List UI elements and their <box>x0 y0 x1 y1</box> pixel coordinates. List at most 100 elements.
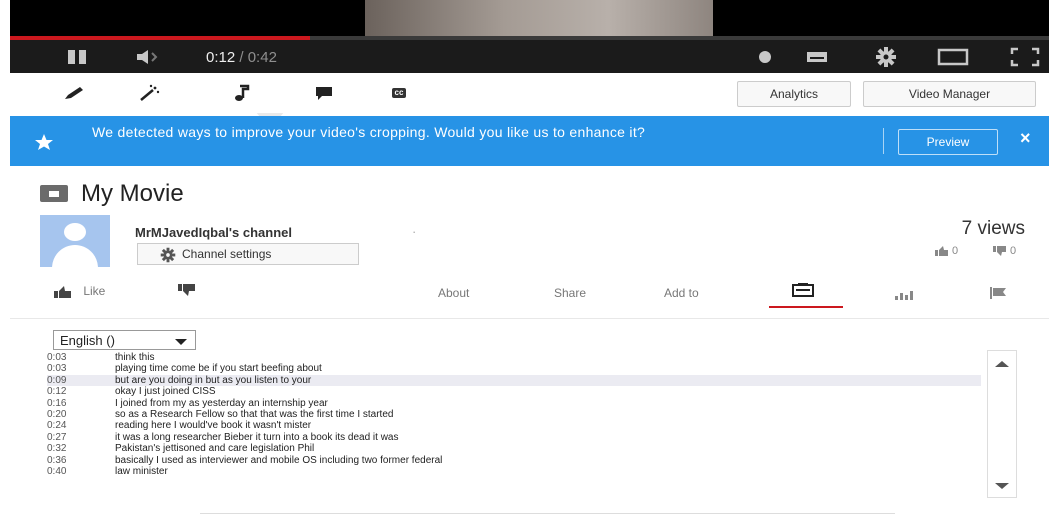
transcript-timestamp: 0:24 <box>47 420 67 432</box>
thumbs-up-icon <box>935 246 948 256</box>
transcript-text: playing time come be if you start beefin… <box>115 363 322 375</box>
subtitles-cc-icon[interactable]: cc <box>388 83 410 103</box>
tab-report[interactable] <box>990 287 1008 302</box>
banner-message: We detected ways to improve your video's… <box>92 124 646 140</box>
transcript-text: it was a long researcher Bieber it turn … <box>115 431 399 443</box>
video-manager-button[interactable]: Video Manager <box>863 81 1036 107</box>
transcript-row[interactable]: 0:40 law minister <box>47 466 981 477</box>
preview-button[interactable]: Preview <box>898 129 998 155</box>
youtube-video-page: 0:12 / 0:42 cc Analytics Video Manager W… <box>0 0 1049 521</box>
total-duration: 0:42 <box>247 49 277 66</box>
like-thumb-icon <box>54 285 71 298</box>
transcript-row[interactable]: 0:24 reading here I would've book it wasn… <box>47 420 981 431</box>
language-value: English () <box>60 333 115 348</box>
channel-separator: · <box>412 224 417 239</box>
transcript-row[interactable]: 0:03 think this <box>47 352 981 363</box>
effects-wand-icon[interactable] <box>138 83 162 103</box>
analytics-button[interactable]: Analytics <box>737 81 851 107</box>
transcript-text: reading here I would've book it wasn't m… <box>115 420 312 432</box>
transcript-text: think this <box>115 352 155 363</box>
transcript-row[interactable]: 0:27 it was a long researcher Bieber it t… <box>47 432 981 443</box>
dislike-button[interactable] <box>178 284 196 299</box>
flag-icon <box>990 287 1006 299</box>
video-frame <box>365 0 713 38</box>
channel-settings-button[interactable]: Channel settings <box>137 243 359 265</box>
transcript-timestamp: 0:12 <box>47 386 67 398</box>
scroll-down-icon[interactable] <box>995 483 1009 489</box>
transcript-scrollbar[interactable] <box>987 350 1017 498</box>
thumbs-down-icon <box>993 246 1006 256</box>
channel-avatar[interactable] <box>40 215 110 267</box>
dislike-count-value: 0 <box>1010 245 1017 257</box>
transcript-row[interactable]: 0:09 but are you doing in but as you list… <box>47 374 981 387</box>
transcript-row[interactable]: 0:36 basically I used as interviewer and … <box>47 455 981 466</box>
tab-add-to[interactable]: Add to <box>664 286 699 300</box>
transcript-row[interactable]: 0:32 Pakistan's jettisoned and care legis… <box>47 443 981 454</box>
stats-bars-icon <box>895 291 913 300</box>
transcript-text: basically I used as interviewer and mobi… <box>115 454 443 466</box>
transcript-row[interactable]: 0:03 playing time come be if you start be… <box>47 363 981 374</box>
theater-mode-icon[interactable] <box>934 40 972 73</box>
scroll-up-icon[interactable] <box>995 361 1009 367</box>
dislike-count: 0 <box>993 245 1016 257</box>
editor-toolbar: cc Analytics Video Manager <box>10 73 1049 113</box>
banner-divider <box>883 128 884 154</box>
settings-gear-icon[interactable] <box>872 40 900 73</box>
audio-note-icon[interactable] <box>230 83 254 103</box>
transcript-row[interactable]: 0:20 so as a Research Fellow so that that… <box>47 409 981 420</box>
transcript-timestamp: 0:16 <box>47 397 67 409</box>
transcript-icon <box>792 283 814 297</box>
dislike-thumb-icon <box>178 284 195 296</box>
pause-icon[interactable] <box>62 40 92 73</box>
like-label: Like <box>83 284 106 298</box>
star-icon <box>35 134 53 150</box>
tab-transcript[interactable] <box>792 283 814 300</box>
avatar-body <box>52 245 98 267</box>
transcript-timestamp: 0:03 <box>47 363 67 375</box>
transcript-timestamp: 0:32 <box>47 443 67 455</box>
transcript-language-select[interactable]: English () <box>53 330 196 350</box>
transcript-list: 0:03 think this 0:03 playing time come be i… <box>47 352 981 477</box>
gear-icon <box>160 247 176 263</box>
like-count: 0 <box>935 245 958 257</box>
transcript-row[interactable]: 0:12 okay I just joined CISS <box>47 386 981 397</box>
transcript-text: so as a Research Fellow so that that was… <box>115 408 394 420</box>
fullscreen-icon[interactable] <box>1008 40 1042 73</box>
time-separator: / <box>235 49 248 66</box>
like-button[interactable]: Like <box>54 284 105 298</box>
transcript-text: okay I just joined CISS <box>115 386 216 398</box>
channel-name-link[interactable]: MrMJavedIqbal's channel <box>135 225 292 240</box>
privacy-lock-icon <box>40 185 68 202</box>
active-tab-indicator <box>769 306 843 308</box>
transcript-text: law minister <box>115 465 168 477</box>
tab-about[interactable]: About <box>438 286 469 300</box>
transcript-timestamp: 0:09 <box>47 374 67 386</box>
watch-later-icon[interactable] <box>754 40 776 73</box>
close-icon[interactable]: × <box>1020 128 1031 149</box>
transcript-row[interactable]: 0:16 I joined from my as yesterday an int… <box>47 398 981 409</box>
transcript-text: Pakistan's jettisoned and care legislati… <box>115 443 315 455</box>
avatar-head <box>64 223 86 241</box>
enhance-suggestion-banner: We detected ways to improve your video's… <box>10 116 1049 166</box>
transcript-text: but are you doing in but as you listen t… <box>115 374 312 386</box>
annotations-icon[interactable] <box>312 83 336 103</box>
transcript-timestamp: 0:36 <box>47 454 67 466</box>
tab-statistics[interactable] <box>895 289 913 303</box>
bottom-divider <box>200 513 895 514</box>
enhancements-pencil-icon[interactable] <box>62 83 86 103</box>
tab-share[interactable]: Share <box>554 286 586 300</box>
like-count-value: 0 <box>952 245 959 257</box>
channel-settings-label: Channel settings <box>182 247 272 261</box>
time-display: 0:12 / 0:42 <box>206 49 277 66</box>
transcript-timestamp: 0:03 <box>47 352 67 363</box>
current-time: 0:12 <box>206 49 236 66</box>
section-divider <box>10 318 1049 319</box>
volume-icon[interactable] <box>134 40 166 73</box>
cc-label: cc <box>391 88 407 98</box>
subtitles-icon[interactable] <box>804 40 830 73</box>
transcript-timestamp: 0:27 <box>47 431 67 443</box>
video-player[interactable] <box>10 0 1049 40</box>
transcript-timestamp: 0:40 <box>47 465 67 477</box>
chevron-down-icon <box>175 339 187 345</box>
video-title: My Movie <box>81 180 184 207</box>
